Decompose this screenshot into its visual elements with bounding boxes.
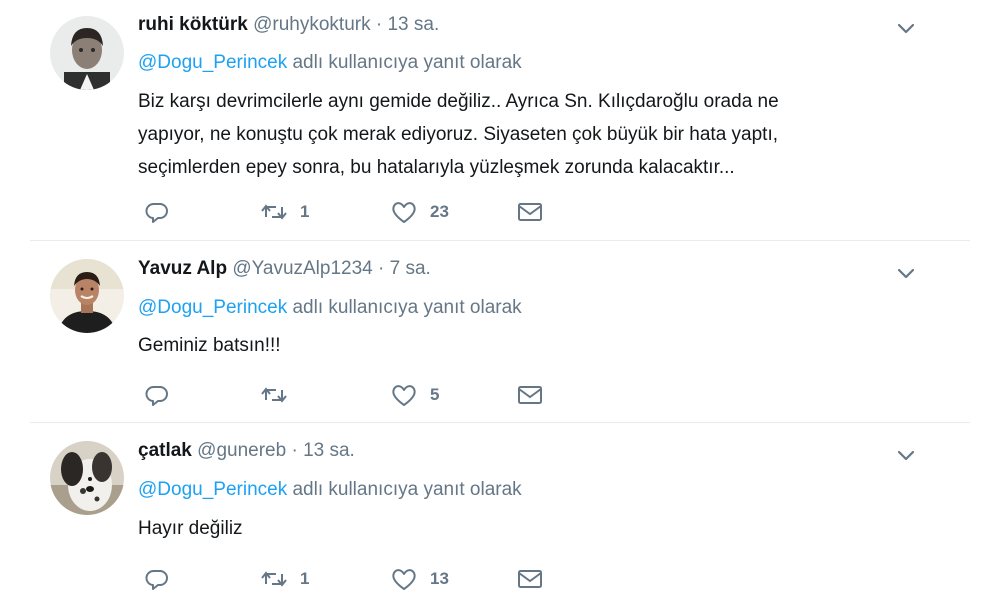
like-icon [390,566,418,592]
like-icon [390,382,418,408]
caret-down-icon[interactable] [894,261,918,285]
mention-link[interactable]: @Dogu_Perincek [138,297,287,318]
like-button[interactable]: 23 [390,198,449,226]
user-handle[interactable]: @ruhykokturk [253,14,371,35]
like-count: 5 [430,385,440,404]
timestamp[interactable]: 7 sa. [390,258,431,279]
direct-message-icon [516,199,544,225]
mention-link[interactable]: @Dogu_Perincek [138,52,287,73]
reply-button[interactable] [144,381,170,409]
reply-context: @Dogu_Perincek adlı kullanıcıya yanıt ol… [138,297,522,319]
reply-context: @Dogu_Perincek adlı kullanıcıya yanıt ol… [138,52,522,74]
user-handle[interactable]: @gunereb [197,440,286,461]
tweet-text: Hayır değiliz [138,512,878,545]
timestamp[interactable]: 13 sa. [303,440,355,461]
separator-dot: · [375,14,383,35]
tweet[interactable]: ruhi köktürk @ruhykokturk · 13 sa. @Dogu… [0,0,1000,240]
user-name[interactable]: ruhi köktürk [138,14,248,35]
separator-dot: · [291,440,298,461]
like-count: 13 [430,569,449,588]
direct-message-button[interactable] [516,565,544,593]
tweet-text: Geminiz batsın!!! [138,329,878,362]
tweet-text: Biz karşı devrimcilerle aynı gemide deği… [138,85,878,184]
retweet-button[interactable]: 1 [260,198,309,226]
mention-link[interactable]: @Dogu_Perincek [138,479,287,500]
tweet-text-line: Hayır değiliz [138,518,243,539]
reply-icon [144,199,170,225]
reply-context-label: adlı kullanıcıya yanıt olarak [287,479,522,500]
retweet-button[interactable]: 1 [260,565,309,593]
avatar[interactable] [50,16,124,90]
user-name[interactable]: çatlak [138,440,192,461]
like-button[interactable]: 5 [390,381,439,409]
direct-message-icon [516,566,544,592]
caret-down-icon[interactable] [894,16,918,40]
tweet-text-line: yapıyor, ne konuştu çok merak ediyoruz. … [138,124,779,145]
user-handle[interactable]: @YavuzAlp1234 [232,258,372,279]
reply-context: @Dogu_Perincek adlı kullanıcıya yanıt ol… [138,479,522,501]
retweet-icon [260,566,288,592]
tweet-header: Yavuz Alp @YavuzAlp1234 · 7 sa. [138,256,431,282]
caret-down-icon[interactable] [894,443,918,467]
separator-dot: · [378,258,385,279]
reply-button[interactable] [144,565,170,593]
reply-button[interactable] [144,198,170,226]
timestamp[interactable]: 13 sa. [387,14,439,35]
direct-message-button[interactable] [516,381,544,409]
retweet-count: 1 [300,202,310,221]
reply-icon [144,382,170,408]
tweet-header: çatlak @gunereb · 13 sa. [138,438,355,464]
tweet[interactable]: Yavuz Alp @YavuzAlp1234 · 7 sa. @Dogu_Pe… [0,241,1000,422]
tweet-text-line: Biz karşı devrimcilerle aynı gemide deği… [138,91,779,112]
tweet-actions: 1 13 [138,565,578,593]
reply-context-label: adlı kullanıcıya yanıt olarak [287,52,522,73]
tweet-actions: 5 [138,381,578,409]
reply-icon [144,566,170,592]
user-name[interactable]: Yavuz Alp [138,258,227,279]
tweet-text-line: seçimlerden epey sonra, bu hatalarıyla y… [138,157,735,178]
like-icon [390,199,418,225]
retweet-icon [260,382,288,408]
reply-context-label: adlı kullanıcıya yanıt olarak [287,297,522,318]
tweet-actions: 1 23 [138,198,578,226]
like-count: 23 [430,202,449,221]
tweet[interactable]: çatlak @gunereb · 13 sa. @Dogu_Perincek … [0,423,1000,600]
avatar[interactable] [50,441,124,515]
direct-message-button[interactable] [516,198,544,226]
tweet-header: ruhi köktürk @ruhykokturk · 13 sa. [138,12,439,38]
retweet-icon [260,199,288,225]
retweet-count: 1 [300,569,310,588]
direct-message-icon [516,382,544,408]
retweet-button[interactable] [260,381,300,409]
tweet-text-line: Geminiz batsın!!! [138,335,281,356]
avatar[interactable] [50,259,124,333]
like-button[interactable]: 13 [390,565,449,593]
